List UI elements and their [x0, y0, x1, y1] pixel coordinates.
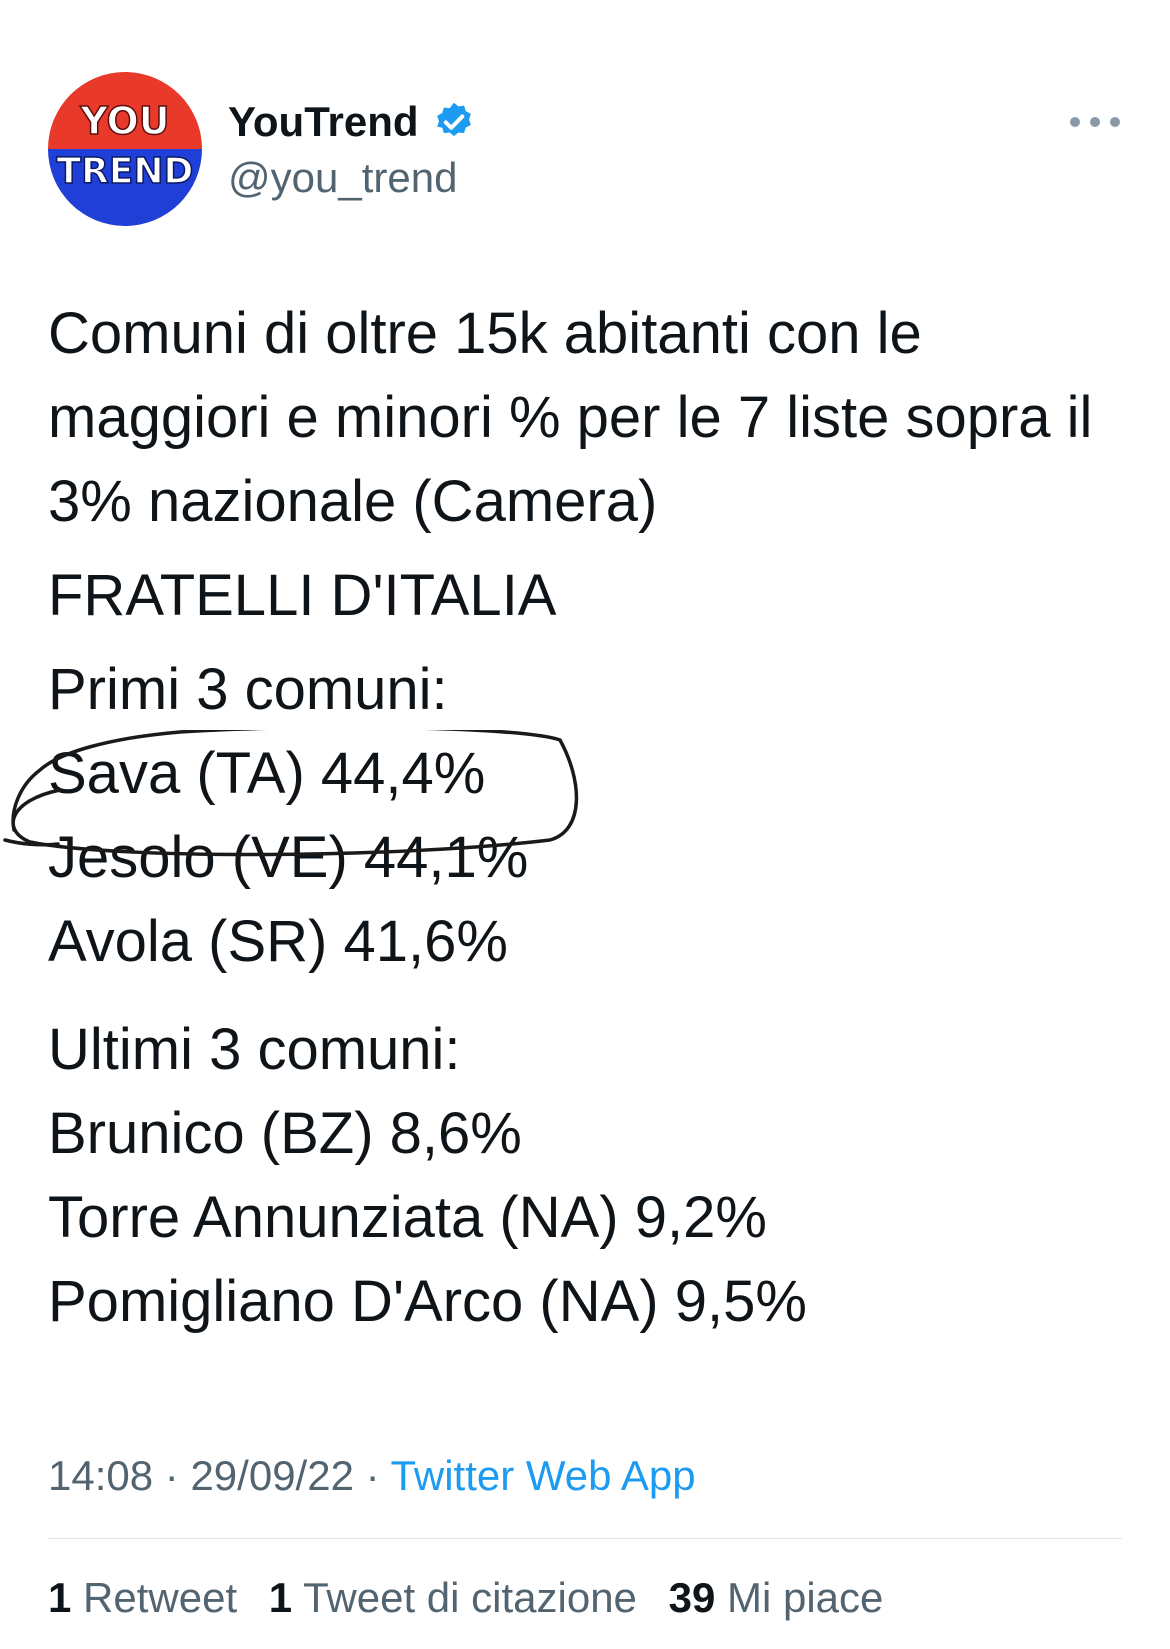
author-display-name[interactable]: YouTrend	[228, 96, 419, 148]
more-dot	[1070, 117, 1080, 127]
likes-label: Mi piace	[726, 1574, 884, 1621]
more-dot	[1090, 117, 1100, 127]
meta-separator: ·	[365, 1452, 380, 1499]
quotes-label: Tweet di citazione	[303, 1574, 637, 1621]
tweet-date[interactable]: 29/09/22	[190, 1452, 354, 1499]
meta-separator: ·	[164, 1452, 179, 1499]
retweets-stat[interactable]: 1 Retweet	[48, 1574, 237, 1621]
tweet-stats: 1 Retweet 1 Tweet di citazione 39 Mi pia…	[48, 1570, 903, 1626]
youtrend-avatar[interactable]: YOU TREND	[48, 72, 202, 226]
bottom-comune-1: Brunico (BZ) 8,6%	[48, 1101, 522, 1166]
divider	[48, 1538, 1122, 1539]
top-comune-1: Sava (TA) 44,4%	[48, 741, 486, 806]
top-heading: Primi 3 comuni:	[48, 657, 448, 722]
top-comune-3: Avola (SR) 41,6%	[48, 909, 508, 974]
likes-stat[interactable]: 39 Mi piace	[669, 1574, 884, 1621]
more-dot	[1110, 117, 1120, 127]
tweet-time[interactable]: 14:08	[48, 1452, 153, 1499]
more-options-icon[interactable]	[1070, 112, 1120, 132]
avatar-logo-trend: TREND	[57, 151, 194, 192]
bottom-heading: Ultimi 3 comuni:	[48, 1017, 461, 1082]
tweet-meta: 14:08 · 29/09/22 · Twitter Web App	[48, 1448, 696, 1504]
bottom-comune-3: Pomigliano D'Arco (NA) 9,5%	[48, 1269, 807, 1334]
verified-badge-icon	[437, 102, 471, 137]
retweets-label: Retweet	[83, 1574, 238, 1621]
avatar-logo-you: YOU	[79, 99, 169, 143]
author-handle[interactable]: @you_trend	[228, 152, 457, 204]
tweet-source-link[interactable]: Twitter Web App	[391, 1452, 696, 1499]
likes-count: 39	[668, 1574, 716, 1621]
quotes-stat[interactable]: 1 Tweet di citazione	[269, 1574, 637, 1621]
bottom-comune-2: Torre Annunziata (NA) 9,2%	[48, 1185, 767, 1250]
tweet-intro: Comuni di oltre 15k abitanti con le magg…	[48, 301, 1093, 534]
party-name: FRATELLI D'ITALIA	[48, 563, 557, 628]
top-comune-2: Jesolo (VE) 44,1%	[48, 825, 529, 890]
quotes-count: 1	[268, 1574, 293, 1621]
retweets-count: 1	[48, 1574, 72, 1621]
tweet-body: Comuni di oltre 15k abitanti con le magg…	[48, 292, 1128, 1344]
